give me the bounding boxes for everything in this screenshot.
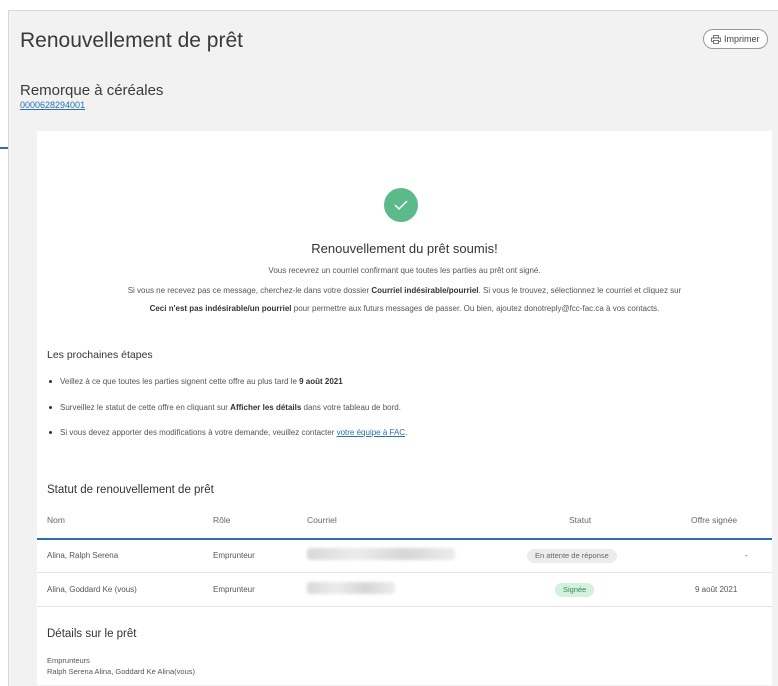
page-title: Renouvellement de prêt xyxy=(20,29,243,52)
confirmation-line-2-pre: Si vous ne recevez pas ce message, cherc… xyxy=(127,286,372,295)
next-step-item: Veillez à ce que toutes les parties sign… xyxy=(49,377,343,386)
fac-team-link[interactable]: votre équipe à FAC xyxy=(337,428,405,437)
redacted-email xyxy=(307,582,395,594)
loan-number-link[interactable]: 0000628294001 xyxy=(20,100,85,110)
next-step-2-bold: Afficher les détails xyxy=(230,403,302,412)
confirmation-line-3-bold: Ceci n'est pas indésirable/un pourriel xyxy=(149,304,292,313)
borrowers-value: Ralph Serena Alina, Goddard Ke Alina(vou… xyxy=(47,667,196,676)
row-name: Alina, Ralph Serena xyxy=(47,551,119,560)
confirmation-line-3-post: pour permettre aux futurs messages de pa… xyxy=(291,304,660,313)
confirmation-line-2-post: . Si vous le trouvez, sélectionnez le co… xyxy=(478,286,682,295)
confirmation-line-2: Si vous ne recevez pas ce message, cherc… xyxy=(37,286,772,295)
success-check-badge xyxy=(384,188,418,222)
print-button[interactable]: Imprimer xyxy=(703,29,768,49)
next-step-1-text: Veillez à ce que toutes les parties sign… xyxy=(60,377,300,386)
row-offer-signed: - xyxy=(745,551,748,560)
confirmation-card: Renouvellement du prêt soumis! Vous rece… xyxy=(37,131,772,685)
page-frame: Renouvellement de prêt Imprimer Remorque… xyxy=(0,0,778,686)
status-badge: En attente de réponse xyxy=(527,549,617,563)
loan-subtitle: Remorque à céréales xyxy=(20,82,164,99)
row-divider xyxy=(37,572,772,573)
next-step-2-text: Surveillez le statut de cette offre en c… xyxy=(60,403,231,412)
loan-details-heading: Détails sur le prêt xyxy=(47,628,137,640)
printer-icon xyxy=(711,34,721,44)
row-divider xyxy=(37,606,772,607)
next-step-1-date: 9 août 2021 xyxy=(299,377,343,386)
row-role: Emprunteur xyxy=(213,551,255,560)
success-heading: Renouvellement du prêt soumis! xyxy=(311,241,498,256)
column-header-status: Statut xyxy=(569,515,592,525)
redacted-email xyxy=(307,548,455,560)
table-row: Alina, Goddard Ke (vous) Emprunteur Sign… xyxy=(37,574,772,606)
borrowers-label: Emprunteurs xyxy=(47,656,90,665)
confirmation-line-3: Ceci n'est pas indésirable/un pourriel p… xyxy=(37,304,772,313)
print-button-label: Imprimer xyxy=(724,34,760,44)
next-step-3-text: Si vous devez apporter des modifications… xyxy=(60,428,337,437)
row-role: Emprunteur xyxy=(213,585,255,594)
next-steps-heading: Les prochaines étapes xyxy=(47,349,153,361)
column-header-offer-signed: Offre signée xyxy=(691,515,738,525)
table-row: Alina, Ralph Serena Emprunteur En attent… xyxy=(37,540,772,572)
next-step-item: Surveillez le statut de cette offre en c… xyxy=(49,403,401,412)
column-header-name: Nom xyxy=(47,515,65,525)
next-step-3-post: . xyxy=(405,428,408,437)
check-icon xyxy=(394,200,408,211)
column-header-email: Courriel xyxy=(307,515,337,525)
next-step-2-post: dans votre tableau de bord. xyxy=(301,403,401,412)
confirmation-line-2-bold: Courriel indésirable/pourriel xyxy=(371,286,479,295)
status-table-heading: Statut de renouvellement de prêt xyxy=(47,484,214,496)
row-name: Alina, Goddard Ke (vous) xyxy=(47,585,137,594)
row-offer-signed: 9 août 2021 xyxy=(695,585,738,594)
confirmation-line-1: Vous recevrez un courriel confirmant que… xyxy=(268,266,541,275)
status-badge: Signée xyxy=(555,583,595,597)
next-step-item: Si vous devez apporter des modifications… xyxy=(49,428,407,437)
column-header-role: Rôle xyxy=(213,515,231,525)
